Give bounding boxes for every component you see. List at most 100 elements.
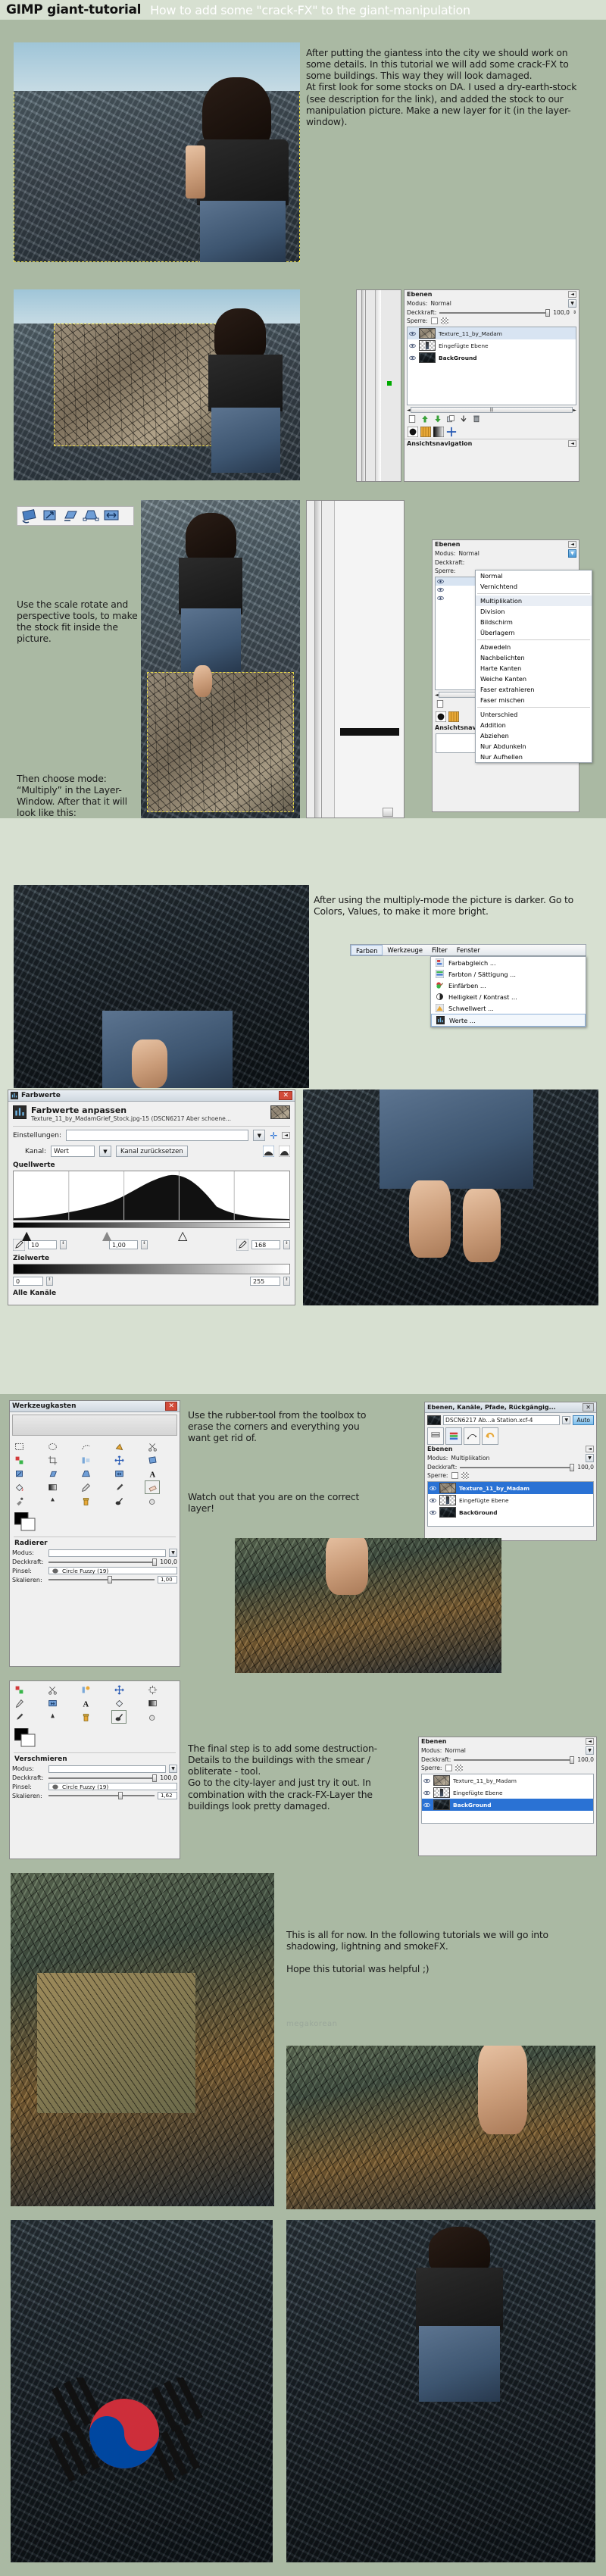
menu-item[interactable]: Nur Aufhellen: [476, 752, 592, 762]
reset-channel-button[interactable]: Kanal zurücksetzen: [116, 1146, 188, 1157]
spinner-icon[interactable]: ⇕: [283, 1277, 290, 1286]
source-histogram[interactable]: [13, 1171, 290, 1221]
text-tool-icon[interactable]: A: [79, 1697, 92, 1709]
brush-select[interactable]: Circle Fuzzy (19): [48, 1783, 177, 1790]
chevron-down-icon[interactable]: ▼: [253, 1130, 266, 1141]
eye-icon[interactable]: [423, 1777, 430, 1784]
shear-tool-icon[interactable]: [61, 508, 80, 524]
scissors-select-icon[interactable]: [145, 1440, 159, 1452]
color-select-icon[interactable]: [12, 1683, 26, 1696]
opacity-slider[interactable]: [48, 1558, 158, 1566]
menu-item[interactable]: Vernichtend: [476, 581, 592, 592]
scale-slider[interactable]: [48, 1792, 155, 1799]
scale-tool-icon[interactable]: [41, 508, 59, 524]
mode-value[interactable]: Normal: [430, 300, 451, 307]
preset-menu-icon[interactable]: ◄: [282, 1132, 290, 1139]
opacity-slider[interactable]: [460, 1463, 575, 1471]
menu-item[interactable]: Abziehen: [476, 730, 592, 741]
spinner-icon[interactable]: ⇕: [141, 1240, 148, 1249]
mode-value[interactable]: Multiplikation: [451, 1455, 489, 1462]
pattern-swatch-icon[interactable]: [448, 711, 459, 722]
collapse-icon[interactable]: ◄: [568, 541, 576, 548]
log-histogram-icon[interactable]: [279, 1146, 290, 1157]
table-row[interactable]: Texture_11_by_Madam: [408, 327, 576, 339]
add-preset-icon[interactable]: ✛: [270, 1130, 277, 1141]
rect-select-icon[interactable]: [12, 1440, 26, 1452]
flip-tool-icon[interactable]: [102, 508, 120, 524]
opacity-slider[interactable]: [439, 308, 551, 317]
opacity-slider[interactable]: [48, 1774, 158, 1782]
brush-swatch-icon[interactable]: [408, 427, 418, 437]
menu-item[interactable]: Normal: [476, 571, 592, 581]
menu-item[interactable]: Faser mischen: [476, 695, 592, 705]
target-low-input[interactable]: 0: [13, 1277, 43, 1286]
menu-item-farbabgleich[interactable]: Farbabgleich ...: [431, 957, 586, 968]
menu-item[interactable]: Bildschirm: [476, 617, 592, 627]
white-point-handle[interactable]: △: [178, 1228, 187, 1243]
new-layer-icon[interactable]: [408, 414, 417, 424]
mode-select[interactable]: [48, 1549, 166, 1557]
chevron-down-icon[interactable]: ▼: [562, 1416, 571, 1424]
menu-item[interactable]: Division: [476, 606, 592, 617]
collapse-icon[interactable]: ◄: [568, 440, 576, 447]
ink-icon[interactable]: [45, 1711, 59, 1723]
dodge-burn-icon[interactable]: [145, 1711, 159, 1723]
colors-menu[interactable]: Farbabgleich ... Farbton / Sättigung ...…: [430, 956, 586, 1027]
opacity-slider[interactable]: [454, 1755, 575, 1764]
spinner-icon[interactable]: ⇕: [46, 1277, 53, 1286]
eraser-icon[interactable]: [145, 1480, 160, 1494]
align-icon[interactable]: [79, 1454, 92, 1466]
eye-icon[interactable]: [430, 1497, 436, 1504]
flip-tool-icon[interactable]: [112, 1468, 126, 1480]
eye-icon[interactable]: [409, 355, 416, 361]
source-high-input[interactable]: 168: [251, 1240, 280, 1249]
menu-item[interactable]: Weiche Kanten: [476, 674, 592, 684]
menu-fenster[interactable]: Fenster: [452, 945, 485, 955]
blend-mode-menu[interactable]: Normal Vernichtend Multiplikation Divisi…: [475, 570, 592, 763]
rotate-tool-icon[interactable]: [145, 1454, 159, 1466]
ellipse-select-icon[interactable]: [45, 1440, 59, 1452]
rotate-tool-icon[interactable]: [20, 508, 39, 524]
fg-bg-color-icon[interactable]: [14, 1512, 36, 1532]
move-icon[interactable]: [112, 1683, 126, 1696]
smudge-icon[interactable]: [111, 1710, 127, 1724]
menu-item-werte[interactable]: Werte ...: [431, 1014, 586, 1027]
move-icon[interactable]: [446, 427, 457, 437]
channel-select[interactable]: Wert: [51, 1146, 95, 1157]
free-select-icon[interactable]: [79, 1440, 92, 1452]
spinner-icon[interactable]: ⇕: [283, 1240, 290, 1249]
menu-item-farbton[interactable]: Farbton / Sättigung ...: [431, 968, 586, 980]
close-icon[interactable]: ✕: [279, 1091, 292, 1100]
collapse-icon[interactable]: ◄: [568, 291, 576, 298]
target-high-input[interactable]: 255: [250, 1277, 280, 1286]
channels-tab[interactable]: [445, 1427, 462, 1445]
eye-icon[interactable]: [423, 1802, 430, 1809]
fuzzy-select-icon[interactable]: [112, 1440, 126, 1452]
clone-icon[interactable]: [79, 1495, 92, 1507]
pick-white-icon[interactable]: [236, 1239, 248, 1251]
duplicate-layer-icon[interactable]: [446, 414, 455, 424]
table-row[interactable]: Texture_11_by_Madam: [422, 1774, 593, 1787]
perspective-tool-icon[interactable]: [82, 508, 100, 524]
eye-icon[interactable]: [409, 342, 416, 349]
collapse-icon[interactable]: ◄: [586, 1446, 594, 1452]
table-row[interactable]: Eingefügte Ebene: [408, 339, 576, 352]
table-row[interactable]: Texture_11_by_Madam: [428, 1482, 593, 1494]
menu-filter[interactable]: Filter: [427, 945, 452, 955]
chevron-down-icon[interactable]: ▼: [568, 299, 576, 308]
settings-input[interactable]: [66, 1130, 249, 1141]
table-row[interactable]: BackGround: [428, 1506, 593, 1518]
new-layer-icon[interactable]: [436, 699, 445, 708]
paintbrush-icon[interactable]: [12, 1711, 26, 1723]
table-row[interactable]: Eingefügte Ebene: [428, 1494, 593, 1506]
colors-menubar[interactable]: Farben Werkzeuge Filter Fenster: [350, 944, 586, 956]
undo-tab[interactable]: [482, 1427, 498, 1445]
lock-pixels-checkbox[interactable]: [445, 1765, 452, 1771]
close-icon[interactable]: ✕: [165, 1402, 177, 1411]
eye-icon[interactable]: [430, 1485, 436, 1492]
menu-item[interactable]: Unterschied: [476, 709, 592, 720]
table-row[interactable]: BackGround: [408, 352, 576, 364]
chevron-down-icon[interactable]: ▼: [568, 549, 576, 558]
close-icon[interactable]: ✕: [583, 1403, 594, 1411]
spinner-icon[interactable]: ⇕: [60, 1240, 67, 1249]
